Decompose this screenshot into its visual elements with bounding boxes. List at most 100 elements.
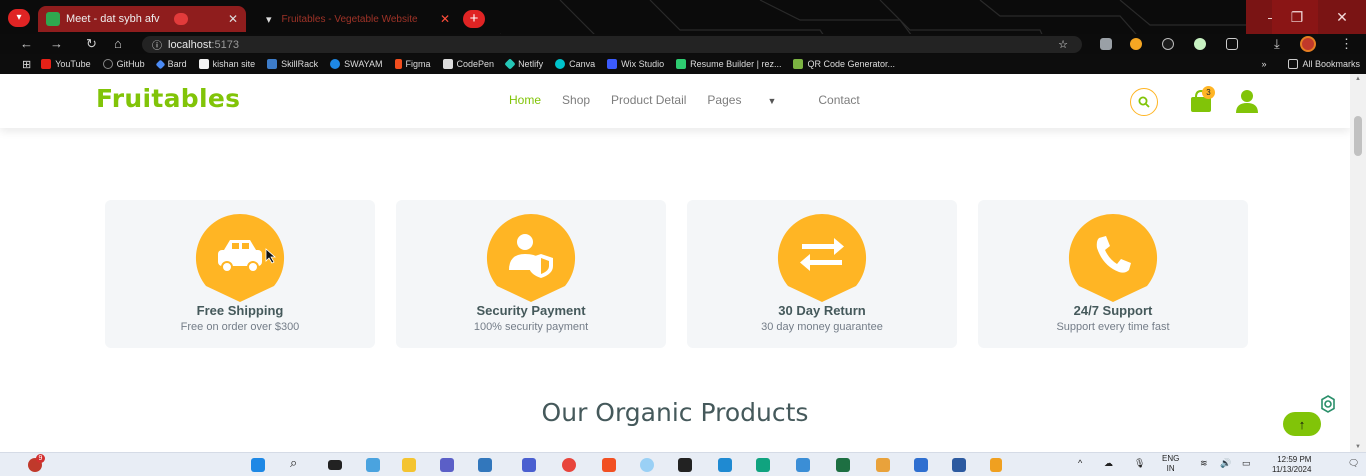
bookmark-github[interactable]: GitHub: [102, 59, 145, 69]
feature-card: 30 Day Return 30 day money guarantee: [687, 200, 957, 348]
search-button[interactable]: [1130, 88, 1158, 116]
bookmark-bard[interactable]: Bard: [155, 59, 187, 69]
app-icon[interactable]: [914, 458, 928, 472]
assistant-button[interactable]: [1312, 390, 1344, 418]
download-icon[interactable]: ⤓: [1274, 36, 1280, 52]
extension-icon[interactable]: [1100, 38, 1112, 50]
bookmark-kishan-site[interactable]: kishan site: [198, 59, 255, 69]
section-title: Our Organic Products: [541, 398, 809, 427]
bookmark-skillrack[interactable]: SkillRack: [267, 59, 318, 69]
cloud-icon[interactable]: ☁: [1104, 458, 1113, 469]
reload-icon[interactable]: ↻: [86, 36, 97, 52]
canva-icon: [555, 59, 566, 69]
tab-search-button[interactable]: ▾: [8, 9, 30, 27]
forward-icon[interactable]: →: [50, 36, 63, 51]
app-icon[interactable]: [990, 458, 1002, 472]
scroll-up-icon[interactable]: ▲: [1355, 76, 1361, 82]
microphone-icon[interactable]: 🎙: [1134, 458, 1145, 469]
bookmark-swayam[interactable]: SWAYAM: [330, 59, 383, 69]
language-indicator[interactable]: ENG IN: [1162, 454, 1179, 474]
chatgpt-icon[interactable]: [756, 458, 770, 472]
apps-grid-icon[interactable]: ⊞: [22, 58, 31, 71]
notification-center-icon[interactable]: 🗨: [1348, 458, 1359, 469]
widgets-icon[interactable]: [366, 458, 380, 472]
bookmark-canva[interactable]: Canva: [555, 59, 595, 69]
extensions-puzzle-icon[interactable]: [1226, 38, 1238, 50]
bookmark-youtube[interactable]: YouTube: [41, 59, 91, 69]
app-icon[interactable]: [522, 458, 536, 472]
volume-icon[interactable]: 🔊: [1220, 458, 1231, 469]
user-account-button[interactable]: [1236, 89, 1258, 113]
site-info-icon[interactable]: ⓘ: [152, 37, 162, 52]
url-port: :5173: [211, 38, 239, 51]
windows-start-icon[interactable]: [251, 458, 265, 472]
task-view-icon[interactable]: [328, 460, 342, 470]
app-icon[interactable]: [876, 458, 890, 472]
brave-icon[interactable]: [602, 458, 616, 472]
address-bar-row: ← → ↻ ⌂ ⓘ localhost :5173 ☆ ⤓ ⋮: [0, 34, 1366, 54]
tab-fruitables[interactable]: ▾ Fruitables - Vegetable Website ✕: [258, 6, 458, 32]
home-icon[interactable]: ⌂: [114, 36, 122, 51]
bookmark-netlify[interactable]: Netlify: [504, 58, 543, 70]
tray-chevron-icon[interactable]: ^: [1078, 458, 1082, 468]
url-input[interactable]: ⓘ localhost :5173 ☆: [142, 36, 1082, 53]
taskbar-search-icon[interactable]: ⌕: [290, 455, 297, 471]
back-icon[interactable]: ←: [20, 36, 33, 51]
scrollbar-thumb[interactable]: [1354, 116, 1362, 156]
nav-shop[interactable]: Shop: [562, 93, 590, 107]
site-header: Fruitables Home Shop Product Detail Page…: [0, 74, 1350, 128]
bookmark-codepen[interactable]: CodePen: [442, 59, 494, 69]
cart-button[interactable]: 3: [1188, 86, 1215, 114]
nav-product-detail[interactable]: Product Detail: [611, 93, 686, 107]
app-icon[interactable]: [952, 458, 966, 472]
system-clock[interactable]: 12:59 PM 11/13/2024: [1272, 455, 1311, 475]
close-tab-icon[interactable]: ✕: [228, 12, 238, 26]
nav-home[interactable]: Home: [509, 93, 541, 107]
feature-description: 100% security payment: [473, 321, 589, 333]
phone-icon: [1068, 213, 1158, 302]
maximize-button[interactable]: ❐: [1272, 0, 1322, 34]
file-explorer-icon[interactable]: [402, 458, 416, 472]
nav-pages-dropdown[interactable]: Pages ▼: [707, 93, 797, 107]
tab-meet[interactable]: Meet - dat sybh afv ✕: [38, 6, 246, 32]
close-tab-icon[interactable]: ✕: [440, 12, 450, 26]
chrome-icon[interactable]: [562, 458, 576, 472]
tab-title: Fruitables - Vegetable Website: [281, 13, 418, 25]
app-icon[interactable]: [678, 458, 692, 472]
store-icon[interactable]: [478, 458, 492, 472]
new-tab-button[interactable]: +: [463, 10, 485, 28]
notepad-icon[interactable]: [796, 458, 810, 472]
battery-icon[interactable]: ▭: [1242, 458, 1251, 469]
nav-contact[interactable]: Contact: [818, 93, 859, 107]
scroll-down-icon[interactable]: ▼: [1355, 444, 1361, 450]
more-bookmarks-button[interactable]: »: [1261, 59, 1266, 69]
menu-kebab-icon[interactable]: ⋮: [1340, 36, 1353, 52]
all-bookmarks-folder[interactable]: All Bookmarks: [1288, 59, 1360, 69]
netlify-icon: [504, 58, 516, 70]
bookmark-qr-code-generator[interactable]: QR Code Generator...: [793, 59, 895, 69]
wifi-icon[interactable]: ≋: [1200, 458, 1208, 469]
swayam-icon: [330, 59, 341, 69]
bookmark-wix-studio[interactable]: Wix Studio: [607, 59, 664, 69]
extension-icon[interactable]: [1194, 38, 1206, 50]
page-scrollbar[interactable]: ▲ ▼: [1350, 74, 1366, 452]
excel-icon[interactable]: [836, 458, 850, 472]
bookmark-resume-builder[interactable]: Resume Builder | rez...: [676, 59, 781, 69]
teams-icon[interactable]: [440, 458, 454, 472]
codepen-icon: [442, 59, 453, 69]
feature-description: Support every time fast: [1056, 321, 1170, 333]
feature-description: 30 day money guarantee: [761, 321, 883, 333]
site-logo[interactable]: Fruitables: [96, 84, 240, 113]
feature-description: Free on order over $300: [180, 321, 300, 333]
search-icon: [1138, 96, 1150, 108]
back-to-top-button[interactable]: ↑: [1283, 412, 1321, 436]
close-window-button[interactable]: ✕: [1318, 0, 1366, 34]
vscode-icon[interactable]: [718, 458, 732, 472]
profile-avatar-icon[interactable]: [1300, 36, 1316, 52]
main-nav: Home Shop Product Detail Pages ▼ Contact: [509, 93, 881, 107]
extension-icon[interactable]: [1130, 38, 1142, 50]
bookmark-star-icon[interactable]: ☆: [1058, 38, 1068, 51]
bookmark-figma[interactable]: Figma: [394, 59, 431, 69]
app-icon[interactable]: [640, 458, 654, 472]
extension-icon[interactable]: [1162, 38, 1174, 50]
